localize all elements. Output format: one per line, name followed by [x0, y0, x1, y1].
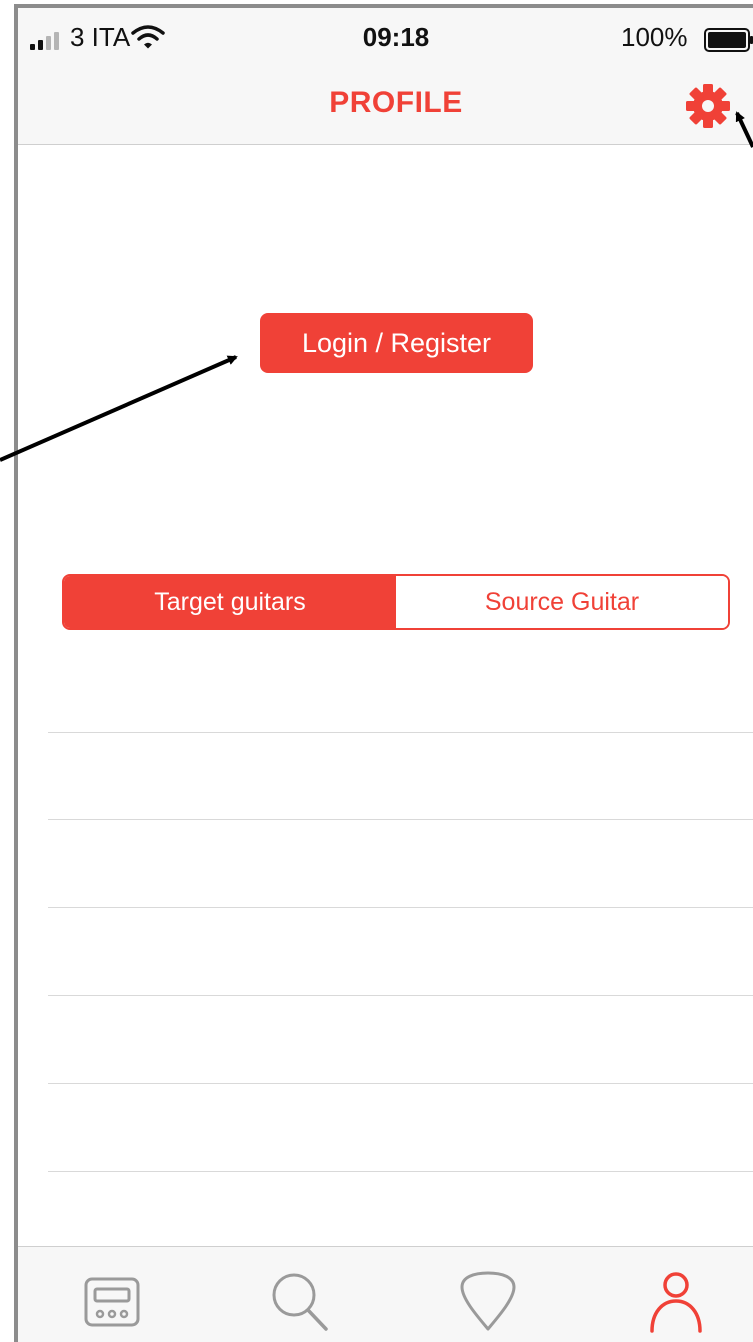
screenshot-canvas: 3 ITA 09:18 100% PROFILE Login / Registe…: [0, 0, 753, 1342]
amplifier-icon[interactable]: [80, 1269, 144, 1333]
navigation-bar: PROFILE: [18, 66, 753, 145]
guitar-segmented-control: Target guitars Source Guitar: [62, 574, 730, 630]
battery-full-icon: [704, 28, 753, 52]
gear-icon[interactable]: [685, 83, 731, 129]
cellular-signal-icon: [30, 32, 59, 50]
list-row[interactable]: [48, 907, 753, 994]
search-icon[interactable]: [268, 1269, 332, 1333]
list-row[interactable]: [48, 1171, 753, 1246]
phone-screen: 3 ITA 09:18 100% PROFILE Login / Registe…: [14, 4, 753, 1342]
login-register-button[interactable]: Login / Register: [260, 313, 533, 373]
wifi-icon: [131, 25, 165, 49]
segment-source-guitar[interactable]: Source Guitar: [396, 576, 728, 628]
tab-bar: [18, 1246, 753, 1342]
list-row[interactable]: [48, 1083, 753, 1170]
list-row[interactable]: [48, 995, 753, 1082]
profile-icon[interactable]: [644, 1269, 708, 1333]
carrier-name: 3 ITA: [70, 22, 131, 52]
list-row[interactable]: [48, 732, 753, 819]
guitar-pick-icon[interactable]: [456, 1269, 520, 1333]
status-time: 09:18: [362, 22, 430, 52]
segment-target-guitars[interactable]: Target guitars: [64, 576, 396, 628]
list-row[interactable]: [48, 819, 753, 906]
page-title: PROFILE: [329, 86, 463, 119]
status-bar: 3 ITA 09:18 100%: [18, 8, 753, 66]
battery-percent: 100%: [621, 22, 688, 52]
